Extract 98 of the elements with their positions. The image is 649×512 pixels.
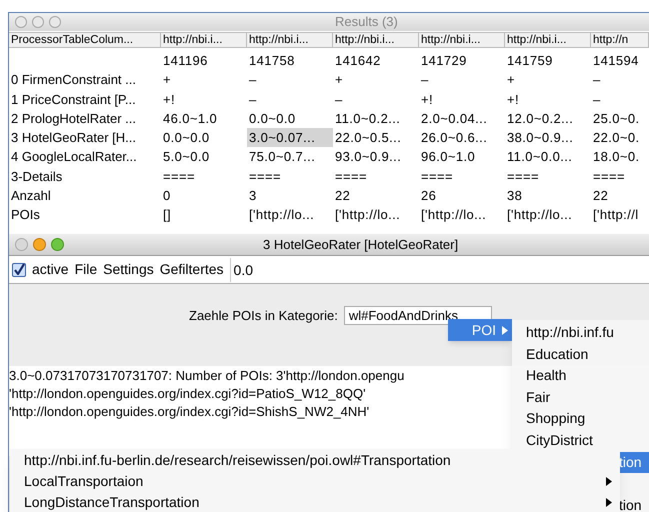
table-cell-text: ==== xyxy=(162,168,196,186)
table-cell-text: + xyxy=(506,71,516,90)
table-cell-text: 11.0~0.2... xyxy=(334,110,402,128)
menu[interactable]: File xyxy=(74,259,98,280)
menu-item[interactable]: Shopping xyxy=(512,408,649,430)
window-title: 3 HotelGeoRater [HotelGeoRater] xyxy=(263,236,458,254)
table-cell-text: 26.0~0.6... xyxy=(420,129,488,148)
table-cell-text: – xyxy=(334,90,344,108)
table-cell-text: 25.0~0. xyxy=(592,110,641,128)
checkbox-label[interactable]: active xyxy=(32,259,69,280)
table-cell-text: 5.0~0.0 xyxy=(162,148,211,166)
menu[interactable]: Settings xyxy=(103,259,154,280)
row-label: POIs xyxy=(10,206,41,224)
table-cell-text: – xyxy=(592,90,602,108)
menu-item[interactable]: LocalTransportaion xyxy=(24,471,144,492)
category-field[interactable]: wl#FoodAndDrinks xyxy=(344,306,492,325)
table-cell-text: – xyxy=(420,71,430,90)
row-label: 0 FirmenConstraint ... xyxy=(10,71,137,90)
close-button[interactable] xyxy=(15,238,28,251)
column-header[interactable]: http://nbi.i... xyxy=(161,33,247,47)
row-label: 1 PriceConstraint [P... xyxy=(10,90,137,109)
row-label: Anzahl xyxy=(10,186,52,205)
table-cell-text: ==== xyxy=(334,168,368,186)
menu-item[interactable]: LongDistanceTransportation xyxy=(24,492,200,512)
table-cell-text: 0.0~0.0 xyxy=(162,129,211,148)
zoom-button[interactable] xyxy=(49,16,61,28)
table-cell-text: ==== xyxy=(248,168,282,186)
row-label: 2 PrologHotelRater ... xyxy=(10,110,138,128)
table-cell-text: 18.0~0. xyxy=(592,148,641,166)
column-header[interactable]: http://n xyxy=(591,33,649,47)
close-button[interactable] xyxy=(15,16,27,28)
menu-item[interactable]: Fair xyxy=(512,386,649,408)
category-label: Zaehle POIs in Kategorie: xyxy=(189,307,338,326)
table-cell-text: 141196 xyxy=(162,52,209,70)
column-header[interactable]: http://nbi.i... xyxy=(505,33,591,47)
table-cell-text: ['http://lo... xyxy=(506,206,574,224)
table-cell-text: ['http://lo... xyxy=(334,206,402,224)
table-cell-text: 22.0~0. xyxy=(592,129,641,148)
table-cell-text: +! xyxy=(420,90,434,108)
output-line: 'http://london.openguides.org/index.cgi?id=PatioS_W12_8QQ' xyxy=(9,385,366,403)
table-cell-text: ==== xyxy=(506,168,540,186)
table-cell-text: 22 xyxy=(592,186,610,205)
table-cell-text: ['http://lo... xyxy=(248,206,316,224)
table-cell-text: + xyxy=(162,71,172,90)
table-cell-text: 141594 xyxy=(592,52,640,70)
table-cell-text: 3 xyxy=(248,186,258,205)
menu-item[interactable]: http://nbi.inf.fu-berlin.de/research/reisewissen/poi.owl#Transportation xyxy=(24,450,451,471)
table-cell-text: – xyxy=(592,71,602,90)
table-cell-text: +! xyxy=(506,90,520,108)
table-cell-text: 0.0~0.0 xyxy=(248,110,297,128)
column-header[interactable]: http://nbi.i... xyxy=(247,33,333,47)
minimize-button[interactable] xyxy=(33,238,46,251)
menu[interactable]: Gefiltertes xyxy=(160,259,224,280)
table-cell-text: 75.0~0.7... xyxy=(248,148,316,166)
table-cell-text: 38.0~0.9... xyxy=(506,129,574,148)
zoom-button[interactable] xyxy=(51,238,64,251)
output-line: 3.0~0.07317073170731707: Number of POIs: 3'http://london.opengu xyxy=(9,367,404,385)
menu-item[interactable]: Education xyxy=(512,344,649,366)
checkbox[interactable] xyxy=(12,262,26,276)
table-cell-text: 26 xyxy=(420,186,438,205)
table-cell-text: ==== xyxy=(420,168,454,186)
table-cell-text: ==== xyxy=(592,168,626,186)
output-line: 'http://london.openguides.org/index.cgi?id=ShishS_NW2_4NH' xyxy=(9,403,370,421)
menu-item[interactable]: Health xyxy=(512,365,649,387)
table-cell-text: +! xyxy=(162,90,176,108)
table-cell-text: [] xyxy=(162,206,172,224)
table-cell-text: 141729 xyxy=(420,52,468,70)
table-cell-text: 93.0~0.9... xyxy=(334,148,402,166)
row-label: 4 GoogleLocalRater... xyxy=(10,148,138,166)
column-header[interactable]: http://nbi.i... xyxy=(333,33,419,47)
row-label: 3-Details xyxy=(10,168,64,186)
table-cell-text: 12.0~0.2... xyxy=(506,110,574,128)
table-cell-text: ['http://l xyxy=(592,206,640,224)
table-cell-text: 38 xyxy=(506,186,524,205)
table-cell-text: 2.0~0.04... xyxy=(420,110,488,128)
table-cell-text: 141758 xyxy=(248,52,296,70)
table-cell: 3.0~0.07... xyxy=(247,128,333,148)
menu-item[interactable]: POI xyxy=(448,319,512,341)
table-cell-text: 141642 xyxy=(334,52,382,70)
minimize-button[interactable] xyxy=(32,16,44,28)
window-title: Results (3) xyxy=(335,13,398,32)
table-cell-text: – xyxy=(248,71,258,90)
table-cell-text: ['http://lo... xyxy=(420,206,488,224)
table-cell-text: 46.0~1.0 xyxy=(162,110,218,128)
column-header[interactable]: http://nbi.i... xyxy=(419,33,505,47)
menu-item[interactable]: CityDistrict xyxy=(512,430,649,452)
menu-item[interactable]: http://nbi.inf.fu xyxy=(512,322,649,344)
checkmark-icon xyxy=(14,264,24,275)
table-cell-text: 0 xyxy=(162,186,172,205)
table-cell-text: 22.0~0.5... xyxy=(334,129,402,148)
table-cell-text: 22 xyxy=(334,186,352,205)
table-cell-text: 11.0~0.0... xyxy=(506,148,574,166)
table-cell-text: + xyxy=(334,71,344,90)
table-cell-text: 96.0~1.0 xyxy=(420,148,476,166)
column-header[interactable]: ProcessorTableColum... xyxy=(9,33,161,47)
table-cell-text: 141759 xyxy=(506,52,554,70)
table-cell-text: – xyxy=(248,90,258,108)
row-label: 3 HotelGeoRater [H... xyxy=(10,129,137,148)
